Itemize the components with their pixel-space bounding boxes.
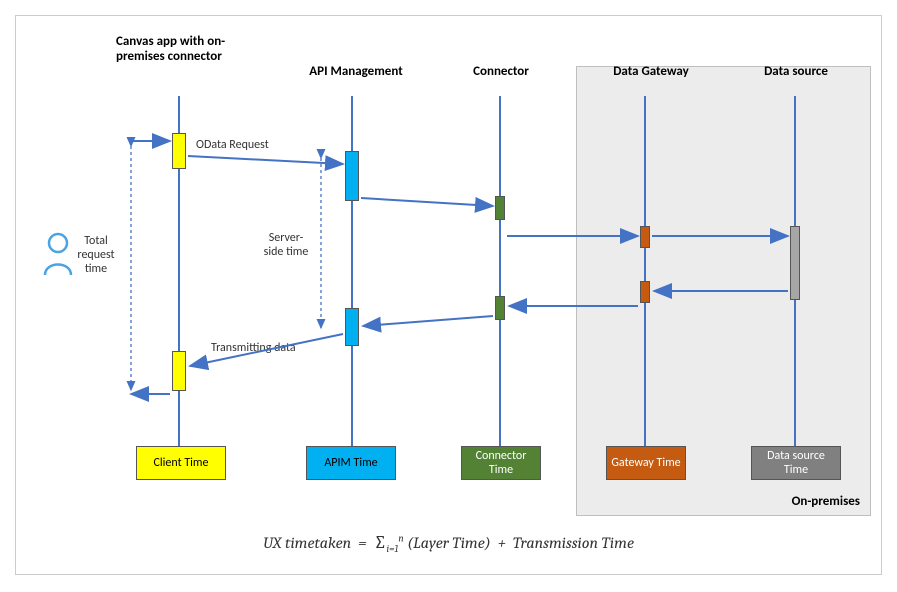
lifeline-connector — [499, 96, 501, 466]
formula-layer-term: (Layer Time) — [407, 534, 490, 552]
timebox-gateway: Gateway Time — [606, 446, 686, 480]
activation-connector-request — [495, 196, 505, 220]
activation-client-request — [172, 133, 186, 169]
formula-lhs: UX timetaken — [263, 534, 351, 552]
header-canvas-app: Canvas app with on-premises connector — [116, 34, 236, 64]
formula-tx-term: Transmission Time — [513, 534, 634, 552]
formula-sum-upper: n — [398, 533, 403, 545]
activation-gateway-request — [640, 226, 650, 248]
timebox-apim: APIM Time — [306, 446, 396, 480]
timebox-datasource: Data source Time — [751, 446, 841, 480]
header-data-source: Data source — [751, 64, 841, 79]
user-icon — [41, 231, 75, 277]
formula-sigma: ∑ — [374, 532, 387, 553]
label-transmitting-data: Transmitting data — [211, 341, 296, 355]
header-api-management: API Management — [301, 64, 411, 79]
activation-gateway-response — [640, 281, 650, 303]
formula-sum-lower: i=1 — [386, 543, 398, 555]
activation-datasource — [790, 226, 800, 300]
on-premises-label: On-premises — [792, 494, 860, 509]
label-odata-request: OData Request — [196, 138, 269, 152]
activation-connector-response — [495, 296, 505, 320]
activation-apim-response — [345, 308, 359, 346]
label-total-request-time: Total request time — [71, 234, 121, 276]
formula: UX timetaken = ∑i=1n (Layer Time) + Tran… — [16, 532, 881, 555]
timebox-connector: Connector Time — [461, 446, 541, 480]
activation-client-response — [172, 351, 186, 391]
label-server-side-time: Server-side time — [261, 231, 311, 259]
header-connector: Connector — [461, 64, 541, 79]
timebox-client: Client Time — [136, 446, 226, 480]
activation-apim-request — [345, 151, 359, 201]
diagram-canvas: On-premises Canvas app with on-premises … — [15, 15, 882, 575]
header-data-gateway: Data Gateway — [601, 64, 701, 79]
